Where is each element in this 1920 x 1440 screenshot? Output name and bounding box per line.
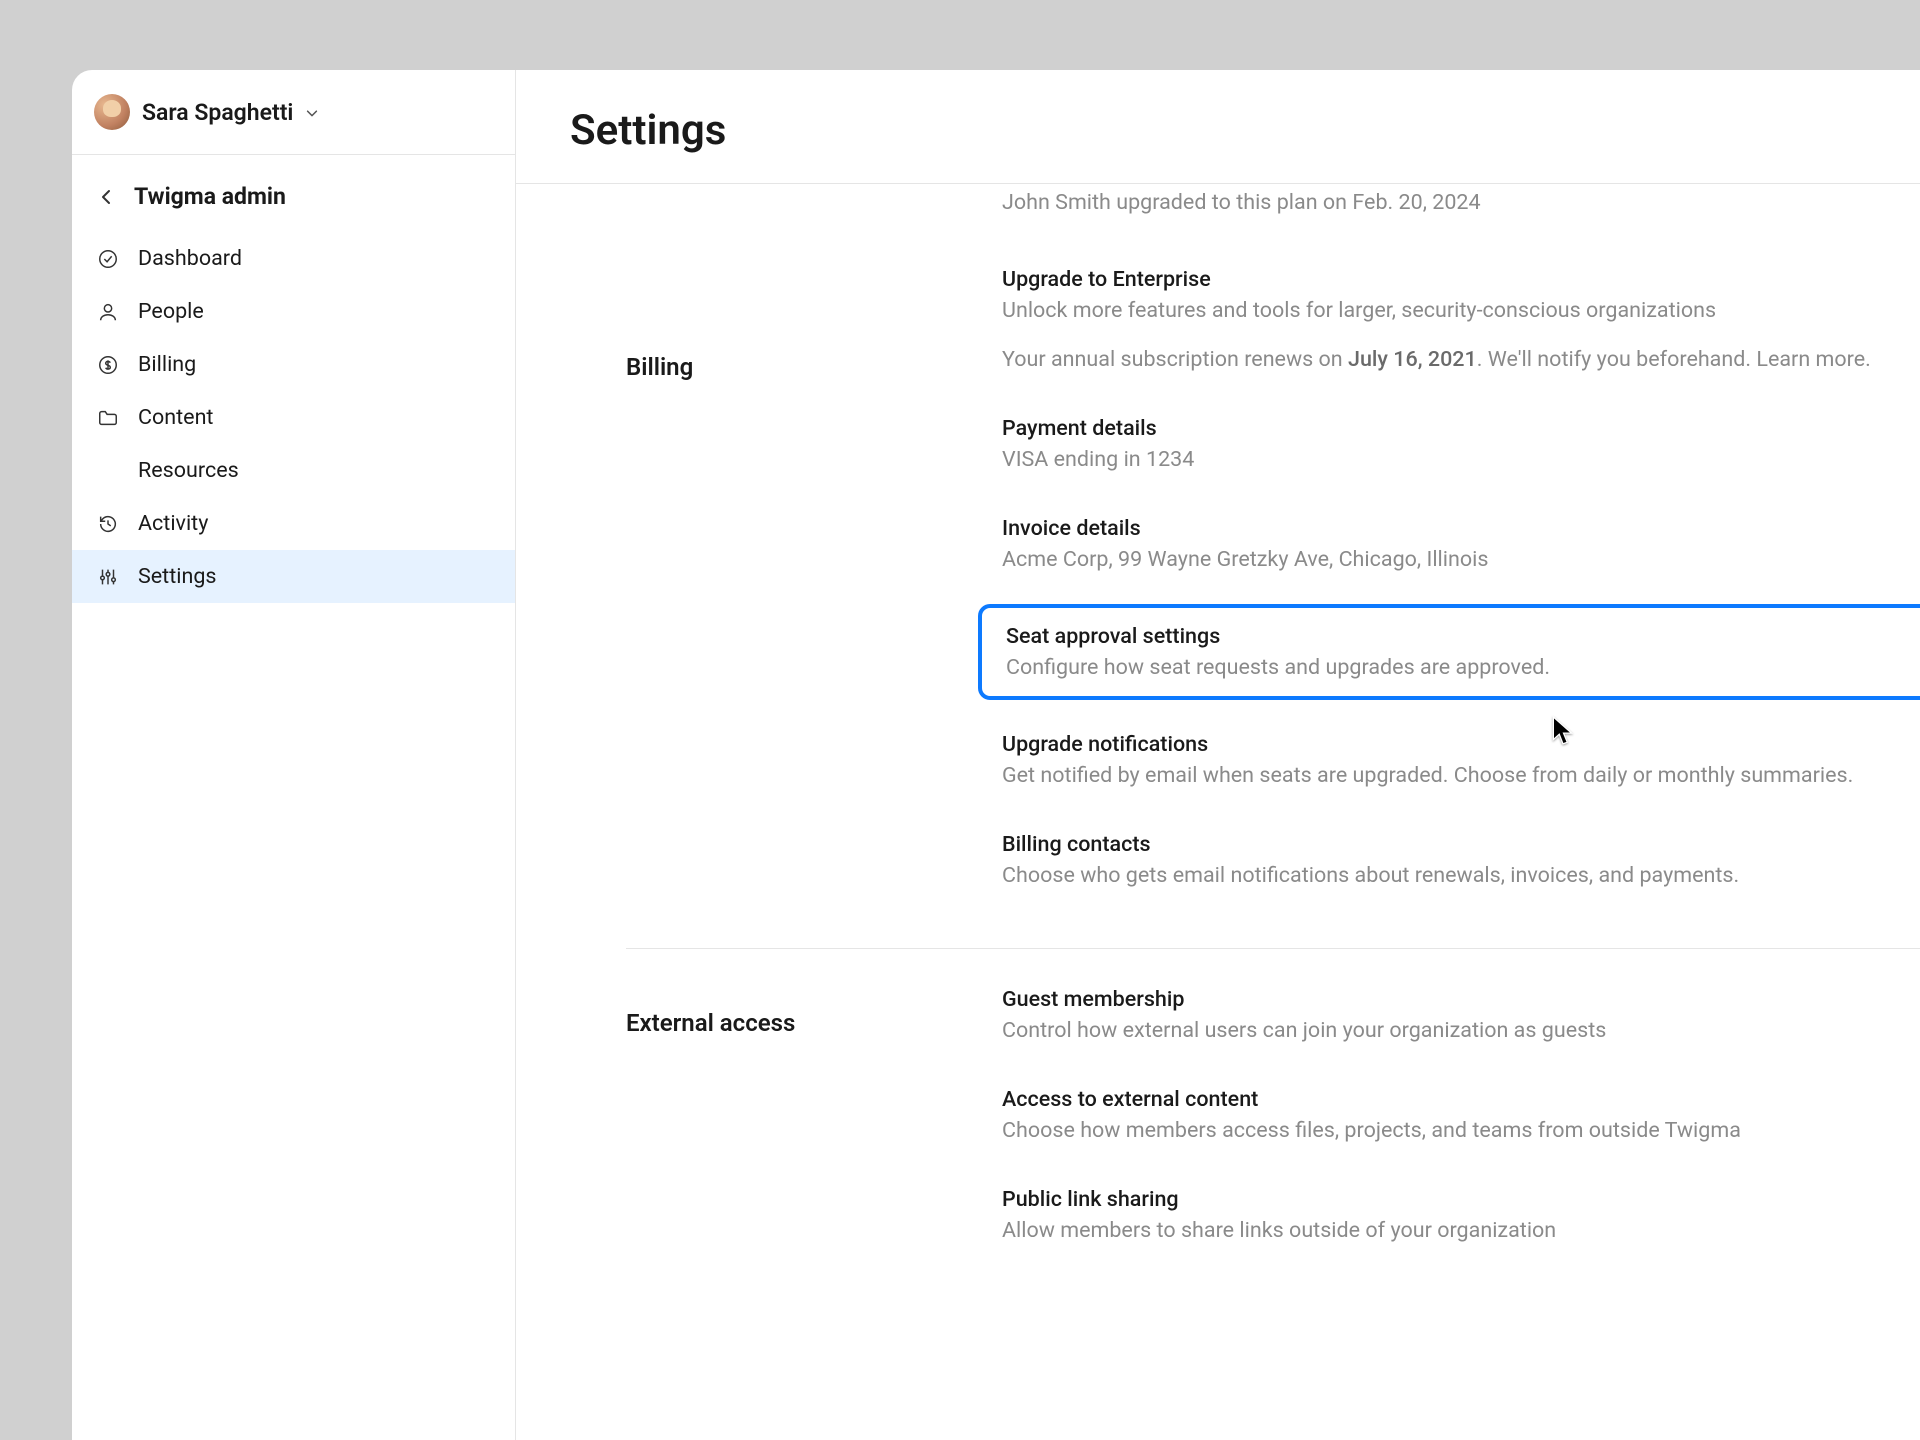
invoice-details-item[interactable]: Invoice details Acme Corp, 99 Wayne Gret… xyxy=(1002,494,1920,594)
setting-title: Public link sharing xyxy=(1002,1187,1920,1212)
back-arrow-icon[interactable] xyxy=(96,187,116,207)
setting-title: Billing contacts xyxy=(1002,832,1920,857)
nav-item-people[interactable]: People xyxy=(72,285,515,338)
main-header: Settings xyxy=(516,70,1920,184)
setting-desc: Unlock more features and tools for large… xyxy=(1002,298,1920,323)
main-content: Settings John Smith upgraded to this pla… xyxy=(516,70,1920,1440)
admin-header[interactable]: Twigma admin xyxy=(72,155,515,222)
sliders-icon xyxy=(96,565,120,589)
blank-icon xyxy=(96,459,120,483)
section-label: Billing xyxy=(626,347,1002,910)
upgrade-notifications-item[interactable]: Upgrade notifications Get notified by em… xyxy=(1002,710,1920,810)
nav-item-label: People xyxy=(138,299,204,324)
settings-content: John Smith upgraded to this plan on Feb.… xyxy=(516,184,1920,1440)
user-menu[interactable]: Sara Spaghetti xyxy=(72,70,515,155)
setting-desc: Get notified by email when seats are upg… xyxy=(1002,763,1920,788)
public-link-sharing-item[interactable]: Public link sharing Allow members to sha… xyxy=(1002,1165,1920,1265)
setting-desc: Choose who gets email notifications abou… xyxy=(1002,863,1920,888)
setting-title: Seat approval settings xyxy=(1006,624,1916,649)
nav-item-label: Settings xyxy=(138,564,217,589)
admin-title: Twigma admin xyxy=(134,183,286,210)
nav-item-label: Billing xyxy=(138,352,196,377)
setting-desc: Configure how seat requests and upgrades… xyxy=(1006,655,1916,680)
nav-item-dashboard[interactable]: Dashboard xyxy=(72,232,515,285)
setting-title: Invoice details xyxy=(1002,516,1920,541)
nav-item-label: Activity xyxy=(138,511,208,536)
billing-contacts-item[interactable]: Billing contacts Choose who gets email n… xyxy=(1002,810,1920,910)
person-icon xyxy=(96,300,120,324)
setting-desc: Choose how members access files, project… xyxy=(1002,1118,1920,1143)
check-circle-icon xyxy=(96,247,120,271)
nav-item-billing[interactable]: Billing xyxy=(72,338,515,391)
setting-desc: Allow members to share links outside of … xyxy=(1002,1218,1920,1243)
page-title: Settings xyxy=(570,106,1866,155)
chevron-down-icon xyxy=(305,105,319,119)
setting-desc: Control how external users can join your… xyxy=(1002,1018,1920,1043)
payment-details-item[interactable]: Payment details VISA ending in 1234 xyxy=(1002,394,1920,494)
app-window: Sara Spaghetti Twigma admin Dashboard xyxy=(72,70,1920,1440)
external-content-item[interactable]: Access to external content Choose how me… xyxy=(1002,1065,1920,1165)
dollar-circle-icon xyxy=(96,353,120,377)
setting-desc: VISA ending in 1234 xyxy=(1002,447,1920,472)
guest-membership-item[interactable]: Guest membership Control how external us… xyxy=(1002,987,1920,1065)
billing-section: Billing Your annual subscription renews … xyxy=(626,347,1920,948)
nav-item-activity[interactable]: Activity xyxy=(72,497,515,550)
section-body: Guest membership Control how external us… xyxy=(1002,987,1920,1265)
external-access-section: External access Guest membership Control… xyxy=(626,948,1920,1303)
nav-item-content[interactable]: Content xyxy=(72,391,515,444)
nav-item-label: Resources xyxy=(138,458,239,483)
nav-list: Dashboard People Billing Content xyxy=(72,222,515,603)
avatar xyxy=(94,94,130,130)
history-icon xyxy=(96,512,120,536)
nav-item-label: Dashboard xyxy=(138,246,242,271)
nav-item-settings[interactable]: Settings xyxy=(72,550,515,603)
renewal-date: July 16, 2021 xyxy=(1348,347,1477,372)
section-body: Your annual subscription renews on July … xyxy=(1002,347,1920,910)
nav-item-label: Content xyxy=(138,405,213,430)
nav-item-resources[interactable]: Resources xyxy=(72,444,515,497)
setting-title: Access to external content xyxy=(1002,1087,1920,1112)
setting-title: Upgrade notifications xyxy=(1002,732,1920,757)
folder-icon xyxy=(96,406,120,430)
renewal-prefix: Your annual subscription renews on xyxy=(1002,347,1348,372)
renewal-suffix: . We'll notify you beforehand. Learn mor… xyxy=(1477,347,1871,372)
setting-desc: Acme Corp, 99 Wayne Gretzky Ave, Chicago… xyxy=(1002,547,1920,572)
user-name: Sara Spaghetti xyxy=(142,99,293,126)
setting-title: Guest membership xyxy=(1002,987,1920,1012)
upgrade-enterprise-item[interactable]: Upgrade to Enterprise Unlock more featur… xyxy=(1002,267,1920,323)
sidebar: Sara Spaghetti Twigma admin Dashboard xyxy=(72,70,516,1440)
plan-section-body: John Smith upgraded to this plan on Feb.… xyxy=(626,190,1920,347)
setting-title: Payment details xyxy=(1002,416,1920,441)
subscription-renewal-note: Your annual subscription renews on July … xyxy=(1002,347,1920,394)
plan-history-text: John Smith upgraded to this plan on Feb.… xyxy=(1002,190,1920,215)
seat-approval-item[interactable]: Seat approval settings Configure how sea… xyxy=(978,604,1920,700)
setting-title: Upgrade to Enterprise xyxy=(1002,267,1920,292)
section-label: External access xyxy=(626,987,1002,1265)
